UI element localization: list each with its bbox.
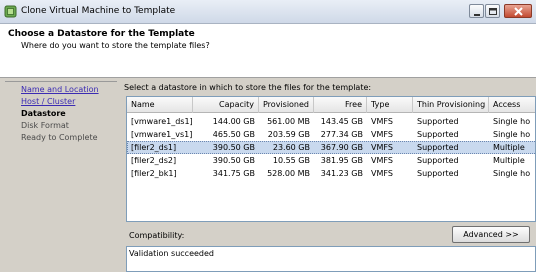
- cell-free: 143.45 GB: [320, 117, 363, 126]
- cell-provisioned: 528.00 MB: [267, 169, 310, 178]
- minimize-button[interactable]: [469, 4, 484, 18]
- table-header: Name Capacity Provisioned Free Type Thin…: [127, 97, 535, 113]
- maximize-button[interactable]: [485, 4, 500, 18]
- page-subtitle: Where do you want to store the template …: [21, 41, 210, 50]
- validation-status: Validation succeeded: [129, 249, 215, 258]
- wizard-steps-sidebar: Name and Location Host / Cluster Datasto…: [0, 78, 120, 272]
- datastore-table[interactable]: Name Capacity Provisioned Free Type Thin…: [126, 96, 536, 222]
- cell-access: Multiple: [493, 156, 525, 165]
- cell-capacity: 390.50 GB: [212, 143, 255, 152]
- cell-capacity: 465.50 GB: [212, 130, 255, 139]
- cell-free: 277.34 GB: [320, 130, 363, 139]
- cell-type: VMFS: [371, 130, 393, 139]
- cell-type: VMFS: [371, 156, 393, 165]
- step-ready-to-complete: Ready to Complete: [21, 133, 98, 142]
- title-bar: Clone Virtual Machine to Template: [0, 0, 536, 24]
- minimize-icon: [474, 14, 480, 16]
- cell-type: VMFS: [371, 169, 393, 178]
- cell-thin-provisioning: Supported: [417, 143, 459, 152]
- cell-name: [filer2_ds1]: [131, 143, 177, 152]
- maximize-icon: [489, 8, 497, 15]
- cell-name: [filer2_bk1]: [131, 169, 177, 178]
- cell-capacity: 341.75 GB: [212, 169, 255, 178]
- cell-thin-provisioning: Supported: [417, 130, 459, 139]
- cell-thin-provisioning: Supported: [417, 156, 459, 165]
- close-icon: [514, 7, 523, 16]
- cell-capacity: 144.00 GB: [212, 117, 255, 126]
- wizard-header: Choose a Datastore for the Template Wher…: [0, 24, 536, 78]
- vm-app-icon: [4, 5, 17, 18]
- step-disk-format: Disk Format: [21, 121, 69, 130]
- col-provisioned[interactable]: Provisioned: [259, 97, 314, 113]
- cell-capacity: 390.50 GB: [212, 156, 255, 165]
- col-thin-provisioning[interactable]: Thin Provisioning: [413, 97, 489, 113]
- cell-access: Single ho: [493, 130, 531, 139]
- compatibility-label: Compatibility:: [129, 231, 185, 240]
- close-button[interactable]: [504, 4, 532, 18]
- cell-free: 341.23 GB: [320, 169, 363, 178]
- col-access[interactable]: Access: [489, 97, 535, 113]
- cell-access: Single ho: [493, 169, 531, 178]
- table-row[interactable]: [filer2_ds2] 390.50 GB 10.55 GB 381.95 GB VM…: [127, 154, 535, 167]
- cell-type: VMFS: [371, 117, 393, 126]
- window-title: Clone Virtual Machine to Template: [21, 6, 176, 16]
- cell-free: 381.95 GB: [320, 156, 363, 165]
- cell-provisioned: 203.59 GB: [267, 130, 310, 139]
- cell-type: VMFS: [371, 143, 393, 152]
- sidebar-divider: [5, 81, 117, 82]
- cell-provisioned: 10.55 GB: [272, 156, 310, 165]
- datastore-prompt: Select a datastore in which to store the…: [124, 83, 372, 92]
- cell-name: [filer2_ds2]: [131, 156, 177, 165]
- step-host-cluster[interactable]: Host / Cluster: [21, 97, 75, 106]
- cell-thin-provisioning: Supported: [417, 117, 459, 126]
- step-datastore: Datastore: [21, 109, 66, 118]
- col-capacity[interactable]: Capacity: [193, 97, 259, 113]
- table-row[interactable]: [vmware1_vs1] 465.50 GB 203.59 GB 277.34 GB…: [127, 128, 535, 141]
- table-row[interactable]: [filer2_bk1] 341.75 GB 528.00 MB 341.23 GB V…: [127, 167, 535, 180]
- col-free[interactable]: Free: [314, 97, 367, 113]
- advanced-button[interactable]: Advanced >>: [452, 226, 530, 243]
- cell-provisioned: 23.60 GB: [272, 143, 310, 152]
- step-name-and-location[interactable]: Name and Location: [21, 85, 99, 94]
- cell-access: Multiple: [493, 143, 525, 152]
- table-row[interactable]: [filer2_ds1] 390.50 GB 23.60 GB 367.90 GB VM…: [127, 141, 535, 154]
- cell-provisioned: 561.00 MB: [267, 117, 310, 126]
- cell-access: Single ho: [493, 117, 531, 126]
- col-type[interactable]: Type: [367, 97, 413, 113]
- table-row[interactable]: [vmware1_ds1] 144.00 GB 561.00 MB 143.45 GB…: [127, 115, 535, 128]
- cell-name: [vmware1_ds1]: [131, 117, 193, 126]
- compatibility-panel: Validation succeeded: [126, 246, 536, 272]
- page-title: Choose a Datastore for the Template: [8, 29, 195, 39]
- cell-thin-provisioning: Supported: [417, 169, 459, 178]
- col-name[interactable]: Name: [127, 97, 193, 113]
- cell-free: 367.90 GB: [320, 143, 363, 152]
- cell-name: [vmware1_vs1]: [131, 130, 193, 139]
